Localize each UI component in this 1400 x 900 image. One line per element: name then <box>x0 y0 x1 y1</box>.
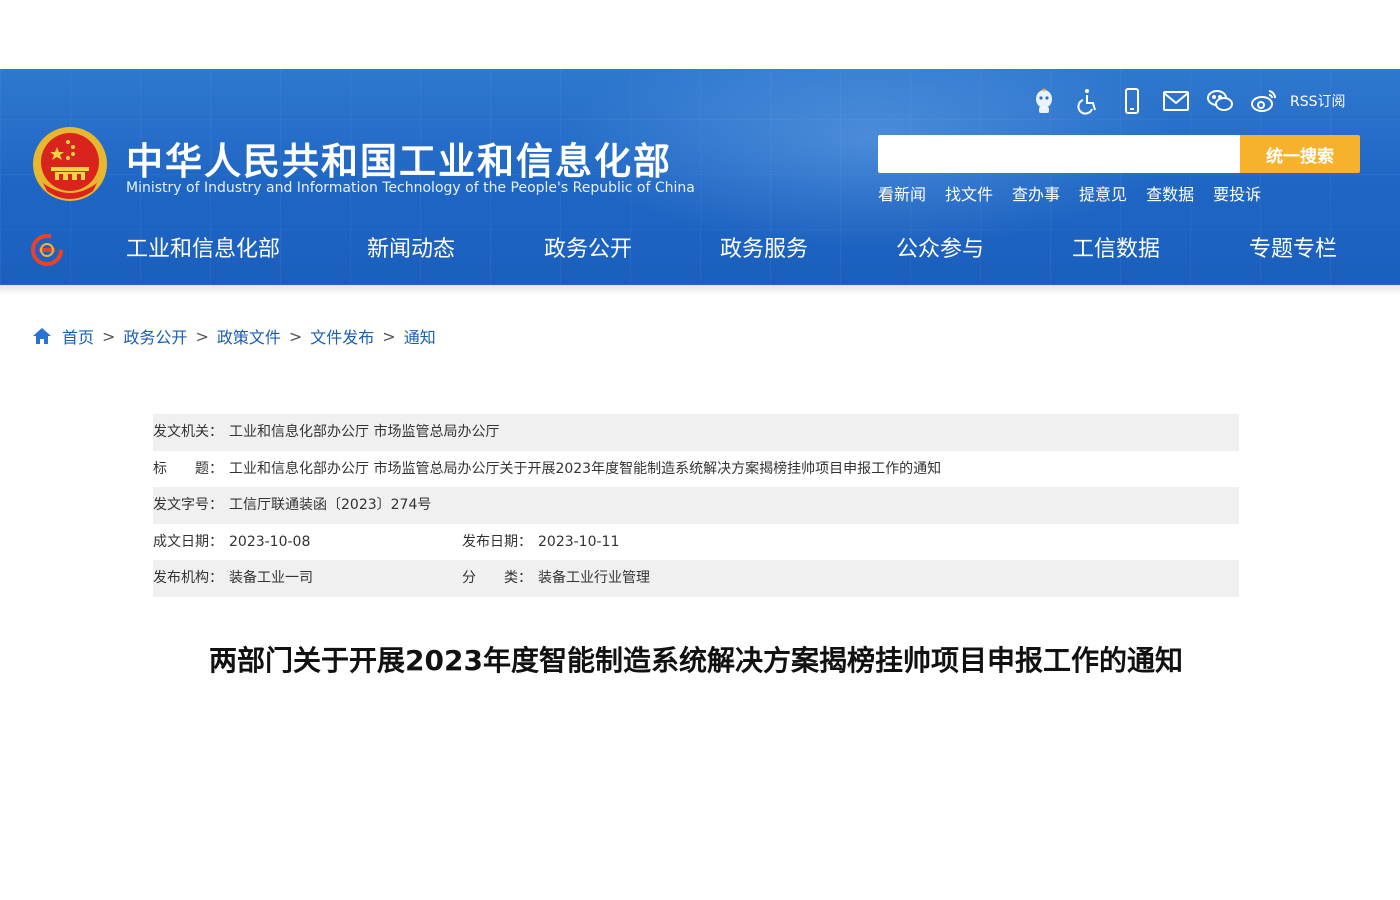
written-date-value: 2023-10-08 <box>229 533 311 550</box>
nav-item-news[interactable]: 新闻动态 <box>367 231 455 263</box>
info-row-issuer: 发文机关： 工业和信息化部办公厅 市场监管总局办公厅 <box>153 414 1239 451</box>
title-label: 标 题： <box>153 460 223 477</box>
miit-logo-icon[interactable] <box>30 233 64 267</box>
breadcrumb-home[interactable]: 首页 <box>62 324 94 348</box>
mail-icon[interactable] <box>1162 87 1190 115</box>
publisher-value: 装备工业一司 <box>229 570 313 586</box>
breadcrumb-separator: > <box>288 326 303 346</box>
info-row-title: 标 题： 工业和信息化部办公厅 市场监管总局办公厅关于开展2023年度智能制造系… <box>153 451 1239 488</box>
publish-date-value: 2023-10-11 <box>538 533 620 550</box>
breadcrumb-gov-affairs[interactable]: 政务公开 <box>123 324 187 348</box>
article-title: 两部门关于开展2023年度智能制造系统解决方案揭榜挂帅项目申报工作的通知 <box>209 644 1183 677</box>
quick-links: 看新闻 找文件 查办事 提意见 查数据 要投诉 <box>878 181 1280 205</box>
header-shadow <box>0 285 1400 295</box>
mobile-icon[interactable] <box>1118 87 1146 115</box>
quick-link-complaint[interactable]: 要投诉 <box>1213 181 1261 205</box>
search-button[interactable]: 统一搜索 <box>1240 135 1360 173</box>
breadcrumb-separator: > <box>195 326 209 346</box>
breadcrumb-separator: > <box>382 326 396 346</box>
publisher-label: 发布机构： <box>153 570 223 586</box>
category-label: 分 类： <box>462 570 532 586</box>
written-date-label: 成文日期： <box>153 533 223 550</box>
breadcrumb-file-release[interactable]: 文件发布 <box>310 324 374 348</box>
main-nav: 工业和信息化部 新闻动态 政务公开 政务服务 公众参与 工信数据 专题专栏 <box>0 227 1400 285</box>
title-value: 工业和信息化部办公厅 市场监管总局办公厅关于开展2023年度智能制造系统解决方案… <box>229 460 942 477</box>
quick-link-data[interactable]: 查数据 <box>1146 181 1194 205</box>
breadcrumb: 首页 > 政务公开 > 政策文件 > 文件发布 > 通知 <box>32 324 436 348</box>
info-row-doc-number: 发文字号： 工信厅联通装函〔2023〕274号 <box>153 487 1239 524</box>
site-title[interactable]: 中华人民共和国工业和信息化部 <box>126 131 672 185</box>
quick-link-services[interactable]: 查办事 <box>1012 181 1060 205</box>
quick-link-files[interactable]: 找文件 <box>945 181 993 205</box>
doc-number-label: 发文字号： <box>153 497 223 513</box>
publish-date-label: 发布日期： <box>462 533 532 550</box>
weibo-icon[interactable] <box>1250 87 1278 115</box>
document-info-table: 发文机关： 工业和信息化部办公厅 市场监管总局办公厅 标 题： 工业和信息化部办… <box>153 414 1239 597</box>
quick-link-news[interactable]: 看新闻 <box>878 181 926 205</box>
nav-item-topics[interactable]: 专题专栏 <box>1249 231 1337 263</box>
search-input[interactable] <box>878 135 1240 173</box>
nav-item-ministry[interactable]: 工业和信息化部 <box>126 231 280 263</box>
breadcrumb-notice[interactable]: 通知 <box>404 324 436 348</box>
accessibility-icon[interactable] <box>1074 87 1102 115</box>
national-emblem-icon[interactable] <box>31 125 109 203</box>
category-value: 装备工业行业管理 <box>538 570 650 586</box>
breadcrumb-separator: > <box>102 326 116 346</box>
info-row-dates: 成文日期： 2023-10-08 发布日期： 2023-10-11 <box>153 524 1239 561</box>
site-header: 中华人民共和国工业和信息化部 Ministry of Industry and … <box>0 69 1400 285</box>
issuer-label: 发文机关： <box>153 424 223 440</box>
site-subtitle: Ministry of Industry and Information Tec… <box>126 180 695 196</box>
quick-link-feedback[interactable]: 提意见 <box>1079 181 1127 205</box>
breadcrumb-policy-files[interactable]: 政策文件 <box>217 324 281 348</box>
nav-item-gov-affairs[interactable]: 政务公开 <box>544 231 632 263</box>
nav-item-gov-services[interactable]: 政务服务 <box>720 231 808 263</box>
utility-bar: RSS订阅 <box>1030 85 1346 117</box>
nav-item-public-participation[interactable]: 公众参与 <box>896 231 984 263</box>
nav-item-data[interactable]: 工信数据 <box>1072 231 1160 263</box>
home-icon[interactable] <box>32 327 52 345</box>
robot-icon[interactable] <box>1030 87 1058 115</box>
rss-subscribe-link[interactable]: RSS订阅 <box>1290 91 1346 111</box>
issuer-value: 工业和信息化部办公厅 市场监管总局办公厅 <box>229 424 500 440</box>
info-row-publisher: 发布机构： 装备工业一司 分 类： 装备工业行业管理 <box>153 560 1239 597</box>
wechat-icon[interactable] <box>1206 87 1234 115</box>
doc-number-value: 工信厅联通装函〔2023〕274号 <box>229 497 432 513</box>
